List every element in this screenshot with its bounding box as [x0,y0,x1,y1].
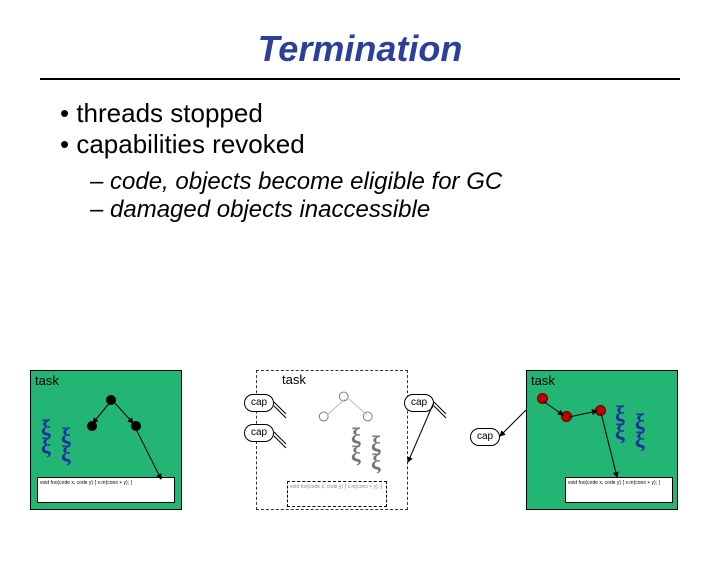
task-label-middle: task [282,372,306,387]
bullet-1: threads stopped [60,98,720,129]
capability-node: cap [404,394,434,412]
edges-right [527,371,679,511]
sub-bullet-1: code, objects become eligible for GC [90,168,720,196]
capability-node: cap [244,424,274,442]
edges-left [31,371,183,511]
sub-bullet-2: damaged objects inaccessible [90,196,720,224]
edges-middle [257,371,409,511]
task-box-right: task ξξ ξξ void foo(code x, code y) { x.… [526,370,678,510]
capability-node: cap [470,428,500,446]
sub-bullets: code, objects become eligible for GC dam… [90,168,720,224]
capability-node: cap [244,394,274,412]
task-box-middle-dashed: ○ ○ ○ ξξ ξξ void foo(code x, code y) { x… [256,370,408,510]
main-bullets: threads stopped capabilities revoked [60,98,720,160]
diagram-area: task ξξ ξξ void foo(code x, code y) { x.… [30,358,690,538]
task-box-left: task ξξ ξξ void foo(code x, code y) { x.… [30,370,182,510]
bullet-2: capabilities revoked [60,129,720,160]
title-underline [40,78,680,80]
slide-title: Termination [0,28,720,70]
